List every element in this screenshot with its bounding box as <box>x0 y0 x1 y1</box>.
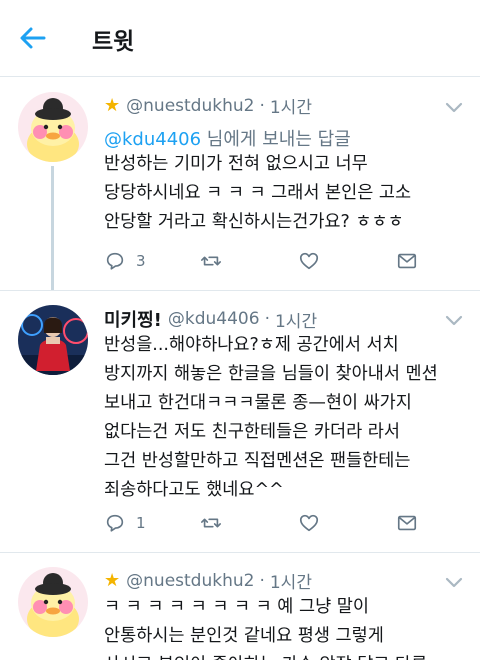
separator: · <box>259 95 265 116</box>
heart-icon <box>299 514 319 532</box>
tweet-text-line: 안통하시는 분인것 같네요 평생 그렇게 <box>104 626 384 646</box>
envelope-icon <box>397 515 417 531</box>
reply-to-line: @kdu4406 님에게 보내는 답글 <box>104 125 351 151</box>
avatar[interactable] <box>18 92 88 162</box>
chevron-down-icon[interactable] <box>444 313 464 327</box>
heart-icon <box>299 252 319 270</box>
tweet-header: ★ @nuestdukhu2 · 1시간 <box>104 568 312 593</box>
reply-button[interactable]: 3 <box>104 248 146 274</box>
reply-button[interactable]: 1 <box>104 510 146 536</box>
tweet-handle[interactable]: @nuestdukhu2 <box>126 96 254 116</box>
retweet-icon <box>201 256 221 266</box>
tweet-actions: 1 <box>104 510 434 536</box>
reply-icon <box>106 252 124 270</box>
page-title: 트윗 <box>92 29 135 55</box>
tweet-text-line: 안당할 거라고 확신하시는건가요? ㅎㅎㅎ <box>104 212 404 232</box>
reply-count: 3 <box>136 252 146 270</box>
reply-icon <box>106 514 124 532</box>
tweet-text-line: 반성을...해야하나요?ㅎ제 공간에서 서치 <box>104 335 399 355</box>
back-arrow-icon[interactable] <box>14 20 50 56</box>
like-button[interactable] <box>298 510 330 536</box>
tweet-text: 반성하는 기미가 전혀 없으시고 너무 당당하시네요 ㅋ ㅋ ㅋ 그래서 본인은… <box>104 150 460 237</box>
envelope-icon <box>397 253 417 269</box>
retweet-icon <box>201 518 221 528</box>
dm-button[interactable] <box>396 510 418 536</box>
tweet-1[interactable]: ★ @nuestdukhu2 · 1시간 @kdu4406 님에게 보내는 답글… <box>0 78 480 291</box>
tweet-3[interactable]: ★ @nuestdukhu2 · 1시간 ㅋ ㅋ ㅋ ㅋ ㅋ ㅋ ㅋ ㅋ 예 그… <box>0 553 480 660</box>
tweet-text: ㅋ ㅋ ㅋ ㅋ ㅋ ㅋ ㅋ ㅋ 예 그냥 말이 안통하시는 분인것 같네요 평생… <box>104 593 460 660</box>
chevron-down-icon[interactable] <box>444 575 464 589</box>
tweet-text-line: 방지까지 해놓은 한글을 님들이 찾아내서 멘션 <box>104 364 438 384</box>
tweet-text-line: ㅋ ㅋ ㅋ ㅋ ㅋ ㅋ ㅋ ㅋ 예 그냥 말이 <box>104 597 369 617</box>
reply-mention-link[interactable]: @kdu4406 <box>104 129 201 150</box>
tweet-time[interactable]: 1시간 <box>270 568 312 593</box>
tweet-text-line: 그건 반성할만하고 직접멘션온 팬들한테는 <box>104 451 411 471</box>
retweet-button[interactable] <box>200 248 232 274</box>
tweet-text-line: 반성하는 기미가 전혀 없으시고 너무 <box>104 154 368 174</box>
separator: · <box>259 570 265 591</box>
tweet-handle[interactable]: @nuestdukhu2 <box>126 571 254 591</box>
top-bar: 트윗 <box>0 0 480 77</box>
tweet-text-line: 죄송하다고도 했네요^^ <box>104 480 284 500</box>
tweet-actions: 3 <box>104 248 434 274</box>
tweet-header: ★ @nuestdukhu2 · 1시간 <box>104 93 312 118</box>
avatar[interactable] <box>18 567 88 637</box>
star-icon: ★ <box>104 570 121 591</box>
separator: · <box>264 309 270 329</box>
display-name[interactable]: 미키찡! <box>104 306 162 332</box>
dm-button[interactable] <box>396 248 418 274</box>
tweet-text-line: 당당하시네요 ㅋ ㅋ ㅋ 그래서 본인은 고소 <box>104 183 412 203</box>
avatar[interactable] <box>18 305 88 375</box>
reply-to-suffix: 님에게 보내는 답글 <box>201 129 351 150</box>
tweet-text-line: 없다는건 저도 친구한테들은 카더라 라서 <box>104 422 400 442</box>
tweet-handle[interactable]: @kdu4406 <box>168 309 260 329</box>
like-button[interactable] <box>298 248 330 274</box>
thread-line <box>51 166 54 291</box>
chevron-down-icon[interactable] <box>444 100 464 114</box>
tweet-text: 반성을...해야하나요?ㅎ제 공간에서 서치 방지까지 해놓은 한글을 님들이 … <box>104 331 460 505</box>
reply-count: 1 <box>136 514 146 532</box>
tweet-time[interactable]: 1시간 <box>275 307 317 332</box>
retweet-button[interactable] <box>200 510 232 536</box>
tweet-time[interactable]: 1시간 <box>270 93 312 118</box>
tweet-2[interactable]: 미키찡! @kdu4406 · 1시간 반성을...해야하나요?ㅎ제 공간에서 … <box>0 291 480 553</box>
tweet-header: 미키찡! @kdu4406 · 1시간 <box>104 306 317 332</box>
star-icon: ★ <box>104 95 121 116</box>
tweet-text-line: 사시고 본인이 좋아하는 가수 앞잡 달고 다른 <box>104 651 460 660</box>
tweet-text-line: 보내고 한건대ㅋㅋㅋ물론 종—현이 싸가지 <box>104 393 412 413</box>
